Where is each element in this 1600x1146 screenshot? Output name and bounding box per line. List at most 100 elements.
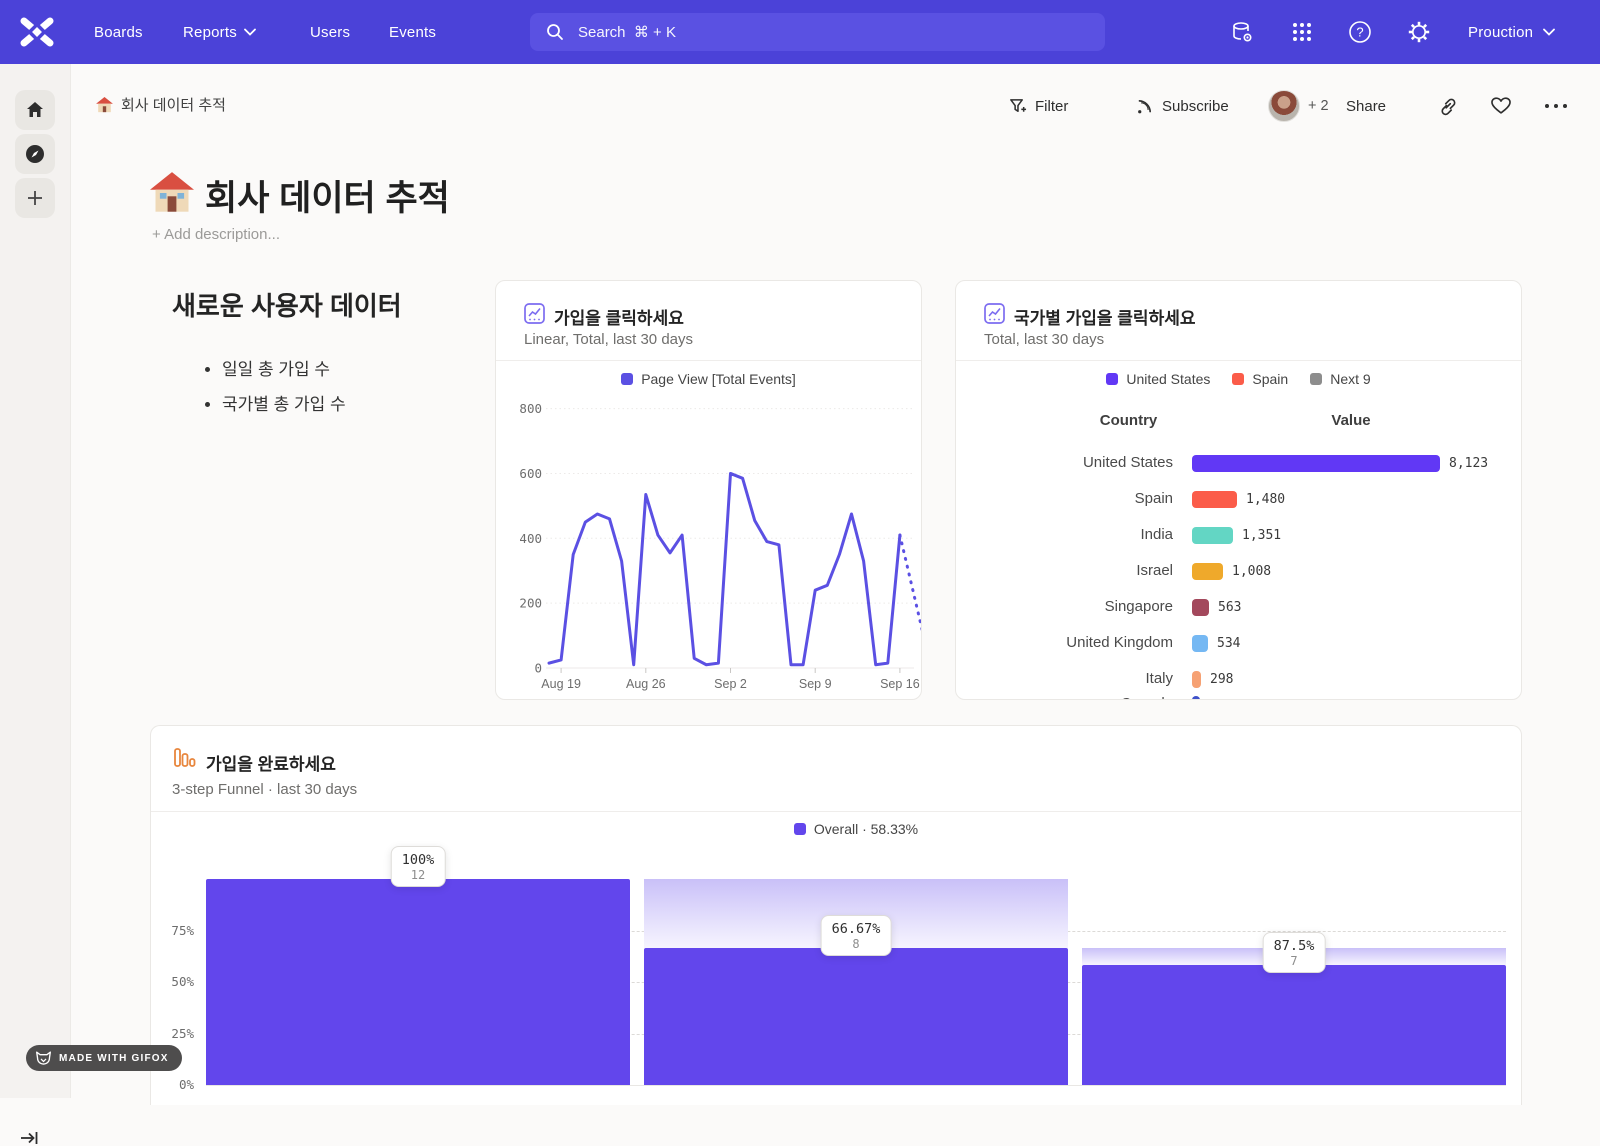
nav-users[interactable]: Users bbox=[310, 0, 350, 64]
mixpanel-logo-icon[interactable] bbox=[18, 16, 56, 48]
chevron-down-icon bbox=[244, 28, 256, 36]
search-input[interactable] bbox=[530, 13, 1105, 51]
country-value: 1,351 bbox=[1242, 528, 1281, 543]
country-value: 8,123 bbox=[1449, 456, 1488, 471]
country-value: 1,480 bbox=[1246, 492, 1285, 507]
y-axis-tick: 75% bbox=[150, 923, 194, 938]
conversion-pct: 87.5% bbox=[1274, 938, 1315, 954]
country-value: 1,008 bbox=[1232, 564, 1271, 579]
discover-nav-button[interactable] bbox=[15, 134, 55, 174]
page-title: 회사 데이터 추적 bbox=[205, 170, 450, 221]
rss-icon bbox=[1135, 97, 1154, 116]
conversion-pct: 100% bbox=[402, 852, 435, 868]
line-series-incomplete bbox=[900, 535, 922, 637]
home-emoji-icon bbox=[96, 97, 113, 113]
subscribe-button[interactable]: Subscribe bbox=[1135, 92, 1229, 120]
home-nav-button[interactable] bbox=[15, 90, 55, 130]
country-bar bbox=[1192, 635, 1208, 652]
y-axis-tick: 600 bbox=[519, 466, 542, 481]
y-axis-tick: 0% bbox=[150, 1077, 194, 1092]
country-bar bbox=[1192, 599, 1209, 616]
country-label: India bbox=[956, 526, 1173, 543]
x-axis-line bbox=[206, 1085, 1506, 1086]
avatar bbox=[1268, 90, 1300, 122]
project-switcher[interactable]: Prouction bbox=[1468, 0, 1555, 64]
funnel-bar bbox=[644, 948, 1068, 1085]
y-axis-tick: 50% bbox=[150, 974, 194, 989]
home-icon bbox=[25, 100, 45, 120]
country-label: Singapore bbox=[956, 598, 1173, 615]
collapse-sidebar-toggle[interactable] bbox=[20, 1130, 40, 1146]
board-emoji bbox=[150, 172, 194, 214]
country-label: Italy bbox=[956, 670, 1173, 687]
line-chart-plot: 0200400600800Aug 19Aug 26Sep 2Sep 9Sep 1… bbox=[496, 393, 922, 700]
funnel-tooltip: 100%12 bbox=[391, 846, 446, 887]
settings-gear-icon[interactable] bbox=[1407, 20, 1431, 44]
country-bar bbox=[1192, 491, 1237, 508]
svg-text:?: ? bbox=[1356, 25, 1363, 40]
country-value: 534 bbox=[1217, 636, 1240, 651]
report-title[interactable]: 가입을 클릭하세요 bbox=[554, 304, 684, 329]
chevron-down-icon bbox=[1543, 28, 1555, 36]
country-label: United Kingdom bbox=[956, 634, 1173, 651]
conversion-count: 12 bbox=[402, 868, 435, 882]
funnel-tooltip: 87.5%7 bbox=[1263, 932, 1326, 973]
line-chart-card: 가입을 클릭하세요 Linear, Total, last 30 days Pa… bbox=[495, 280, 922, 700]
breadcrumb-label: 회사 데이터 추적 bbox=[121, 94, 226, 115]
compass-icon bbox=[25, 144, 45, 164]
collaborators[interactable]: + 2 bbox=[1268, 92, 1329, 120]
filter-button[interactable]: Filter bbox=[1008, 92, 1068, 120]
notes-bullet: 국가별 총 가입 수 bbox=[222, 392, 346, 418]
country-bar bbox=[1192, 527, 1233, 544]
country-value: 298 bbox=[1210, 672, 1233, 687]
report-subtitle: Linear, Total, last 30 days bbox=[524, 331, 693, 348]
chart-legend[interactable]: Page View [Total Events] bbox=[496, 371, 921, 387]
x-axis-tick: Sep 9 bbox=[799, 677, 832, 691]
top-nav: Boards Reports Users Events ? bbox=[0, 0, 1600, 64]
legend-swatch bbox=[621, 373, 633, 385]
fox-icon bbox=[35, 1051, 52, 1066]
x-axis-tick: Sep 16 bbox=[880, 677, 920, 691]
add-description-button[interactable]: + Add description... bbox=[152, 226, 280, 243]
funnel-bar bbox=[206, 879, 630, 1085]
search-icon bbox=[546, 23, 564, 41]
x-axis-tick: Sep 2 bbox=[714, 677, 747, 691]
country-bar bbox=[1192, 455, 1440, 472]
copy-link-icon[interactable] bbox=[1437, 95, 1459, 117]
country-bar bbox=[1192, 563, 1223, 580]
data-management-icon[interactable] bbox=[1230, 20, 1254, 44]
line-series bbox=[549, 473, 900, 664]
country-label: Israel bbox=[956, 562, 1173, 579]
help-icon[interactable]: ? bbox=[1348, 20, 1372, 44]
legend-label: Page View [Total Events] bbox=[641, 371, 796, 387]
collaborators-count: + 2 bbox=[1308, 98, 1329, 114]
country-label: Spain bbox=[956, 490, 1173, 507]
share-button[interactable]: Share bbox=[1346, 92, 1386, 120]
nav-events[interactable]: Events bbox=[389, 0, 436, 64]
line-chart-icon bbox=[524, 303, 545, 324]
divider bbox=[496, 360, 921, 361]
y-axis-tick: 800 bbox=[519, 401, 542, 416]
favorite-heart-icon[interactable] bbox=[1490, 95, 1512, 116]
conversion-count: 7 bbox=[1274, 954, 1315, 968]
country-bar bbox=[1192, 671, 1201, 688]
nav-boards[interactable]: Boards bbox=[94, 0, 143, 64]
nav-reports[interactable]: Reports bbox=[183, 0, 256, 64]
apps-grid-icon[interactable] bbox=[1290, 20, 1314, 44]
gifox-label: MADE WITH GIFOX bbox=[59, 1053, 169, 1064]
funnel-tooltip: 66.67%8 bbox=[821, 915, 892, 956]
create-new-button[interactable] bbox=[15, 178, 55, 218]
funnel-plot: 0% 25% 50% 75% 100%12 66.67%8 87.5%7 bbox=[151, 726, 1522, 1105]
funnel-bar bbox=[1082, 965, 1506, 1085]
more-options-icon[interactable] bbox=[1543, 102, 1569, 110]
conversion-count: 8 bbox=[832, 937, 881, 951]
gifox-badge[interactable]: MADE WITH GIFOX bbox=[26, 1045, 182, 1071]
country-label: United States bbox=[956, 454, 1173, 471]
plus-icon bbox=[26, 189, 44, 207]
country-chart-card: 국가별 가입을 클릭하세요 Total, last 30 days United… bbox=[955, 280, 1522, 700]
search-field[interactable] bbox=[576, 23, 1060, 42]
breadcrumb[interactable]: 회사 데이터 추적 bbox=[96, 94, 226, 115]
notes-title: 새로운 사용자 데이터 bbox=[172, 286, 402, 323]
notes-list: 일일 총 가입 수 국가별 총 가입 수 bbox=[182, 357, 346, 427]
y-axis-tick: 25% bbox=[150, 1026, 194, 1041]
